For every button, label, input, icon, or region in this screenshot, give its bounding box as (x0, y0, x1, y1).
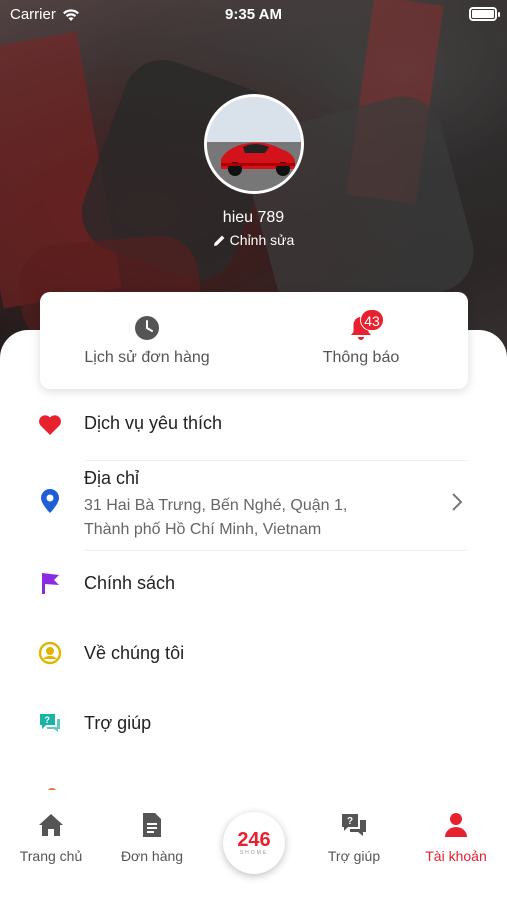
brand-number: 246 (237, 829, 271, 851)
menu-item-about[interactable]: Về chúng tôi (0, 630, 507, 676)
menu-item-address[interactable]: Địa chỉ 31 Hai Bà Trưng, Bến Nghé, Quận … (0, 462, 507, 547)
tab-home-label: Trang chủ (19, 848, 83, 864)
tab-orders-label: Đơn hàng (120, 848, 184, 864)
home-icon (1, 810, 101, 840)
address-line-1: 31 Hai Bà Trưng, Bến Nghé, Quận 1, (84, 497, 348, 514)
tab-help[interactable]: ? Trợ giúp (304, 810, 404, 864)
menu-item-help-label: Trợ giúp (84, 713, 152, 733)
chevron-right-icon (451, 492, 463, 517)
menu-item-help[interactable]: ? Trợ giúp (0, 700, 507, 746)
flag-icon (37, 570, 63, 596)
help-chat-icon: ? (304, 810, 404, 840)
edit-profile-label: Chỉnh sửa (229, 232, 295, 248)
help-chat-icon: ? (37, 710, 63, 736)
notifications-label: Thông báo (322, 348, 400, 366)
username: hieu 789 (222, 209, 285, 226)
tab-home[interactable]: Trang chủ (1, 810, 101, 864)
pencil-icon (213, 235, 225, 246)
order-history-button[interactable]: Lịch sử đơn hàng (40, 292, 254, 389)
clock-icon (135, 315, 159, 340)
menu-item-about-label: Về chúng tôi (84, 643, 185, 663)
menu-list: Dịch vụ yêu thích Địa chỉ 31 Hai Bà Trưn… (0, 392, 507, 792)
status-bar: Carrier 9:35 AM (0, 0, 507, 30)
notifications-button[interactable]: Thông báo (254, 292, 468, 389)
battery-icon (469, 7, 500, 21)
menu-item-favorites-label: Dịch vụ yêu thích (84, 413, 223, 433)
menu-item-partial[interactable] (0, 770, 507, 792)
divider (84, 460, 467, 461)
tab-bar: Trang chủ Đơn hàng 246 SHOME ? Trợ giúp … (0, 790, 507, 900)
quick-actions-card: Lịch sử đơn hàng Thông báo (40, 292, 468, 389)
tab-account-label: Tài khoản (425, 848, 487, 864)
address-line-2: Thành phố Hồ Chí Minh, Vietnam (84, 521, 322, 538)
tab-orders[interactable]: Đơn hàng (102, 810, 202, 864)
user-circle-icon (37, 640, 63, 666)
avatar[interactable] (204, 94, 304, 194)
divider (84, 550, 467, 551)
tab-account[interactable]: Tài khoản (406, 810, 506, 864)
menu-item-policy[interactable]: Chính sách (0, 560, 507, 606)
order-history-label: Lịch sử đơn hàng (84, 348, 210, 366)
brand-sub: SHOME (239, 850, 269, 856)
tab-help-label: Trợ giúp (327, 848, 381, 864)
menu-item-address-label: Địa chỉ (84, 468, 140, 488)
location-pin-icon (37, 488, 63, 514)
heart-icon (37, 412, 63, 438)
svg-text:?: ? (347, 816, 353, 827)
menu-item-policy-label: Chính sách (84, 573, 176, 593)
clock: 9:35 AM (225, 6, 282, 23)
notification-count-badge: 43 (360, 309, 384, 331)
menu-item-favorites[interactable]: Dịch vụ yêu thích (0, 402, 507, 448)
home-brand-button[interactable]: 246 SHOME (223, 812, 285, 874)
edit-profile-button[interactable]: Chỉnh sửa (0, 232, 507, 248)
document-icon (102, 810, 202, 840)
user-icon (406, 810, 506, 840)
svg-text:?: ? (45, 715, 51, 725)
